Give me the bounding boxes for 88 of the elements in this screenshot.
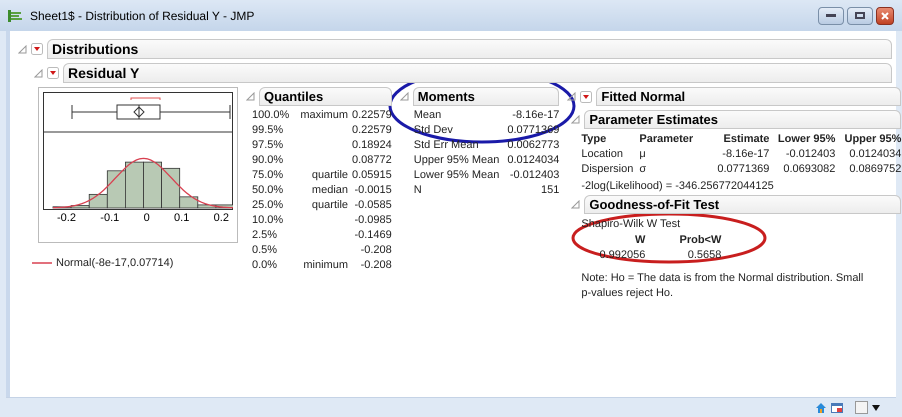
quantile-value: -0.1469 [353,228,392,243]
moment-value: 151 [540,183,560,198]
quantile-label: median [310,183,348,198]
column-header: Estimate [722,132,770,147]
section-header[interactable]: Moments [412,87,560,106]
checkbox-icon[interactable] [855,401,868,414]
maximize-button[interactable] [847,6,873,24]
moment-value: 0.0062773 [507,138,560,153]
table-cell-text: Location [581,147,624,162]
section-header[interactable]: Parameter Estimates [584,110,902,129]
section-header[interactable]: Quantiles [259,87,392,106]
axis-tick-label: 0 [144,211,150,226]
menu-dropdown-icon[interactable] [47,67,59,79]
table-cell-text: -0.012403 [784,147,836,162]
section-header[interactable]: Fitted Normal [596,87,902,106]
column-header: W [634,233,646,248]
legend-label: Normal(-8e-17,0.07714) [56,256,174,271]
menu-dropdown-icon[interactable] [580,90,592,102]
quantile-percent: 0.0% [252,258,278,273]
legend-line-icon [32,262,52,264]
caret-icon[interactable] [872,404,880,410]
quantile-percent: 75.0% [252,168,284,183]
table-cell-text: Dispersion [581,162,634,177]
quantile-value: -0.0015 [353,183,392,198]
table-cell-text: μ [639,147,647,162]
moment-label: N [414,183,423,198]
quantile-percent: 2.5% [252,228,278,243]
quantile-value: -0.208 [360,258,392,273]
table-cell-text: σ [639,162,648,177]
table-cell-text: 0.0124034 [848,147,902,162]
minimize-button[interactable] [818,6,844,24]
quantile-label: minimum [302,258,348,273]
quantile-label: quartile [310,198,348,213]
moment-label: Lower 95% Mean [414,168,500,183]
column-header: Upper 95% [844,132,902,147]
quantile-label: maximum [299,108,348,123]
app-icon [8,10,22,22]
window-title: Sheet1$ - Distribution of Residual Y - JMP [30,8,254,24]
axis-tick-label: 0.1 [174,211,190,226]
table-cell-text: 0.0693082 [782,162,836,177]
quantile-percent: 99.5% [252,123,284,138]
quantile-value: 0.05915 [352,168,392,183]
quantile-value: 0.22579 [352,108,392,123]
section-header[interactable]: Goodness-of-Fit Test [584,195,902,214]
disclosure-icon[interactable] [571,115,580,124]
column-header: Lower 95% [776,132,836,147]
quantile-percent: 10.0% [252,213,284,228]
moment-value: -8.16e-17 [511,108,560,123]
histogram-bar [125,162,144,208]
home-icon[interactable] [815,402,827,414]
quantile-value: -0.0985 [353,213,392,228]
quantile-value: -0.0585 [353,198,392,213]
quantile-percent: 0.5% [252,243,278,258]
moment-value: -0.012403 [508,168,560,183]
quantile-percent: 90.0% [252,153,284,168]
table-cell-text: 0.0771369 [716,162,770,177]
quantile-percent: 97.5% [252,138,284,153]
axis-tick-label: 0.2 [214,211,229,226]
close-button[interactable] [876,6,894,24]
close-icon [881,12,889,20]
moment-value: 0.0124034 [507,153,560,168]
table-cell-text: 0.0869752 [848,162,902,177]
quantile-label: quartile [310,168,348,183]
moment-label: Upper 95% Mean [414,153,500,168]
column-header: Prob<W [678,233,722,248]
quantile-percent: 25.0% [252,198,284,213]
moment-label: Std Err Mean [414,138,480,153]
disclosure-icon[interactable] [567,92,576,101]
quantile-percent: 50.0% [252,183,284,198]
column-header: Parameter [639,132,694,147]
quantile-value: -0.208 [360,243,392,258]
window-icon[interactable] [831,402,843,414]
section-header[interactable]: Residual Y [63,63,892,83]
quantile-percent: 100.0% [252,108,290,123]
moment-label: Mean [414,108,442,123]
table-cell-text: -8.16e-17 [721,147,770,162]
likelihood-text: -2log(Likelihood) = -346.256772044125 [580,179,775,194]
axis-tick-label: -0.2 [57,211,76,226]
table-cell-text: 0.5658 [686,248,722,263]
quantile-value: 0.08772 [352,153,392,168]
column-header: Type [581,132,608,147]
note-text: Note: Ho = The data is from the Normal distribution. Small p-values reject Ho. [581,271,864,301]
axis-tick-label: -0.1 [100,211,120,226]
histogram-bar [143,162,162,208]
menu-dropdown-icon[interactable] [31,43,43,55]
quantile-value: 0.18924 [352,138,392,153]
quantile-value: 0.22579 [352,123,392,138]
section-header[interactable]: Distributions [47,39,892,59]
